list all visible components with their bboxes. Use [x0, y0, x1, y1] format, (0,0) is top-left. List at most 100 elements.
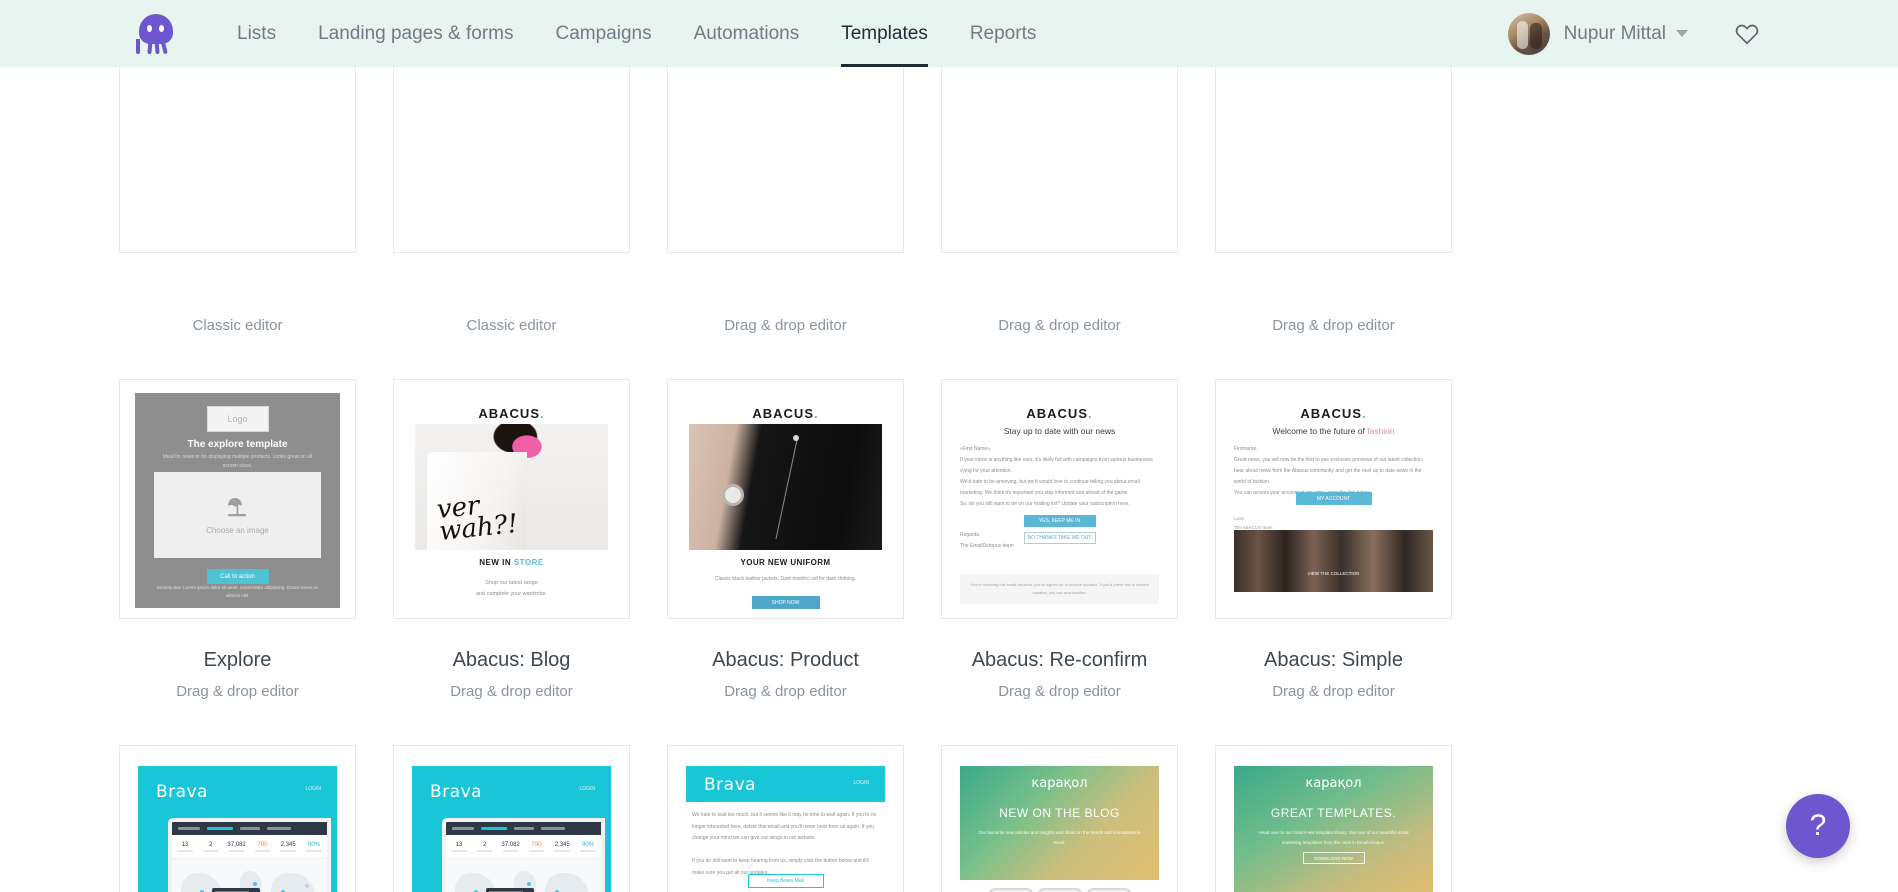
template-thumbnail-brava-simple[interactable]: Brava LOGIN Hi, We hate to wait too much… [667, 745, 904, 892]
simple-caption-label: Love, [1234, 516, 1246, 521]
template-card[interactable]: Classic editor [393, 67, 630, 379]
brava-hero: Brava LOGIN 13 2 37,082 790 2,345 90% [412, 766, 611, 892]
umbrella-icon [227, 497, 246, 516]
signature-line-1: Regards, [960, 532, 981, 538]
template-thumbnail-abacus-reconfirm[interactable]: ABACUS. Stay up to date with our news «F… [941, 379, 1178, 619]
template-thumbnail-karakol-blog[interactable]: карақол NEW ON THE BLOG Our favourite ne… [941, 745, 1178, 892]
logo-eye-left [147, 24, 152, 32]
reconfirm-p2: We'd hate to be annoying, but we'd would… [960, 479, 1140, 496]
kpi-value: 13 [181, 841, 189, 848]
template-card-abacus-simple[interactable]: ABACUS. Welcome to the future of fashion… [1215, 379, 1452, 745]
explore-logo-box: Logo [206, 406, 269, 432]
brava-simple-p1: We hate to wait too much, but it seems l… [692, 812, 877, 841]
navbar-item [267, 827, 291, 830]
template-card[interactable]: Drag & drop editor [941, 67, 1178, 379]
nav-item-reports[interactable]: Reports [949, 0, 1058, 67]
avatar[interactable] [1507, 12, 1550, 55]
template-thumbnail[interactable] [667, 67, 904, 253]
heart-icon[interactable] [1734, 21, 1760, 47]
template-title: Abacus: Product [712, 649, 859, 671]
template-thumbnail-brava-product[interactable]: Brava LOGIN 13 2 37,082 790 2,345 90% [393, 745, 630, 892]
dashboard-world-map [446, 859, 601, 892]
template-card[interactable]: Drag & drop editor [667, 67, 904, 379]
abacus-brand: ABACUS. [668, 406, 903, 421]
kpi-label [451, 849, 467, 852]
brava-logo: Brava [704, 775, 757, 795]
nav-item-landing-pages-forms[interactable]: Landing pages & forms [297, 0, 534, 67]
template-thumbnail[interactable] [1215, 67, 1452, 253]
navbar-item [541, 827, 565, 830]
template-card-brava-simple[interactable]: Brava LOGIN Hi, We hate to wait too much… [667, 745, 904, 892]
karakol-brand: карақол [1305, 776, 1362, 791]
kpi-value: 2 [483, 841, 487, 848]
nav-item-automations[interactable]: Automations [673, 0, 821, 67]
brava-login-link: LOGIN [305, 786, 321, 792]
templates-grid: Classic editor Classic editor Drag & dro… [119, 67, 1779, 892]
kpi-value: 37,082 [227, 841, 246, 848]
brava-logo: Brava [156, 782, 209, 802]
template-card-explore[interactable]: Logo The explore template Ideal for news… [119, 379, 356, 745]
help-button[interactable]: ? [1786, 794, 1850, 858]
template-card-karakol-product[interactable]: карақол GREAT TEMPLATES. Head over to ou… [1215, 745, 1452, 892]
simple-greeting: Firstname, [1234, 446, 1258, 452]
template-card-karakol-blog[interactable]: карақол NEW ON THE BLOG Our favourite ne… [941, 745, 1178, 892]
template-thumbnail-abacus-product[interactable]: ABACUS. YOUR NEW UNIFORM Classic black l… [667, 379, 904, 619]
template-thumbnail[interactable] [119, 67, 356, 253]
template-card[interactable]: Drag & drop editor [1215, 67, 1452, 379]
template-thumbnail-abacus-blog[interactable]: ABACUS. ver wah?! NEW IN STORE Shop our l… [393, 379, 630, 619]
simple-heading-accent: fashion [1367, 426, 1395, 436]
template-card-abacus-blog[interactable]: ABACUS. ver wah?! NEW IN STORE Shop our l… [393, 379, 630, 745]
simple-photo-caption: VIEW THE COLLECTION [1307, 571, 1360, 576]
template-thumbnail-brava-blog[interactable]: Brava LOGIN 13 2 37,082 790 2,345 90% [119, 745, 356, 892]
abacus-brand-accent: . [540, 406, 545, 421]
reconfirm-greeting: «First Name», [960, 446, 992, 452]
header-right: Nupur Mittal [1507, 12, 1760, 55]
kpi-value: 2 [209, 841, 213, 848]
template-title [783, 283, 789, 305]
template-thumbnail[interactable] [941, 67, 1178, 253]
kpi: 2 [198, 835, 224, 858]
template-card-abacus-reconfirm[interactable]: ABACUS. Stay up to date with our news «F… [941, 379, 1178, 745]
template-subtitle: Drag & drop editor [724, 317, 847, 334]
abacus-product-cta: SHOP NOW [751, 596, 820, 609]
template-title: Abacus: Re-confirm [971, 649, 1148, 671]
template-subtitle: Drag & drop editor [1272, 683, 1395, 700]
template-thumbnail-abacus-simple[interactable]: ABACUS. Welcome to the future of fashion… [1215, 379, 1452, 619]
navbar-item [240, 827, 260, 830]
template-thumbnail[interactable] [393, 67, 630, 253]
template-card-brava-product[interactable]: Brava LOGIN 13 2 37,082 790 2,345 90% [393, 745, 630, 892]
kpi-value: 2,345 [280, 841, 296, 848]
template-subtitle: Drag & drop editor [176, 683, 299, 700]
abacus-brand: ABACUS. [394, 406, 629, 421]
templates-gallery: Classic editor Classic editor Drag & dro… [0, 67, 1898, 892]
abacus-brand-accent: . [1088, 406, 1093, 421]
reconfirm-signature: Regards, The EmailOctopus team [960, 530, 1014, 552]
nav-item-campaigns[interactable]: Campaigns [534, 0, 672, 67]
map-tooltip [486, 887, 535, 892]
abacus-product-sub: Classic black leather jackets. Dark mont… [714, 576, 857, 582]
kpi: 790 [249, 835, 275, 858]
sub-line-2: and complete your wardrobe. [475, 591, 548, 597]
kpi-label [306, 849, 322, 852]
abacus-brand-text: ABACUS [1026, 406, 1088, 421]
template-thumbnail-explore[interactable]: Logo The explore template Ideal for news… [119, 379, 356, 619]
user-name[interactable]: Nupur Mittal [1564, 23, 1666, 45]
octopus-logo[interactable] [136, 12, 176, 56]
template-card-brava-blog[interactable]: Brava LOGIN 13 2 37,082 790 2,345 90% [119, 745, 356, 892]
brava-simple-header: Brava LOGIN [686, 766, 885, 802]
template-title [1331, 283, 1337, 305]
kpi-label [554, 849, 570, 852]
template-card[interactable]: Classic editor [119, 67, 356, 379]
template-thumbnail-karakol-product[interactable]: карақол GREAT TEMPLATES. Head over to ou… [1215, 745, 1452, 892]
template-title [509, 283, 515, 305]
template-card-abacus-product[interactable]: ABACUS. YOUR NEW UNIFORM Classic black l… [667, 379, 904, 745]
nav-item-lists[interactable]: Lists [216, 0, 297, 67]
chevron-down-icon[interactable] [1676, 30, 1688, 37]
kpi-label [254, 849, 271, 852]
nav-item-templates[interactable]: Templates [820, 0, 949, 67]
abacus-product-photo [689, 424, 882, 550]
abacus-blog-photo: ver wah?! [415, 424, 608, 550]
logo-leg [147, 38, 153, 54]
brava-simple-cta: Keep Brava Mail [747, 874, 824, 888]
photo-zip [775, 440, 797, 539]
